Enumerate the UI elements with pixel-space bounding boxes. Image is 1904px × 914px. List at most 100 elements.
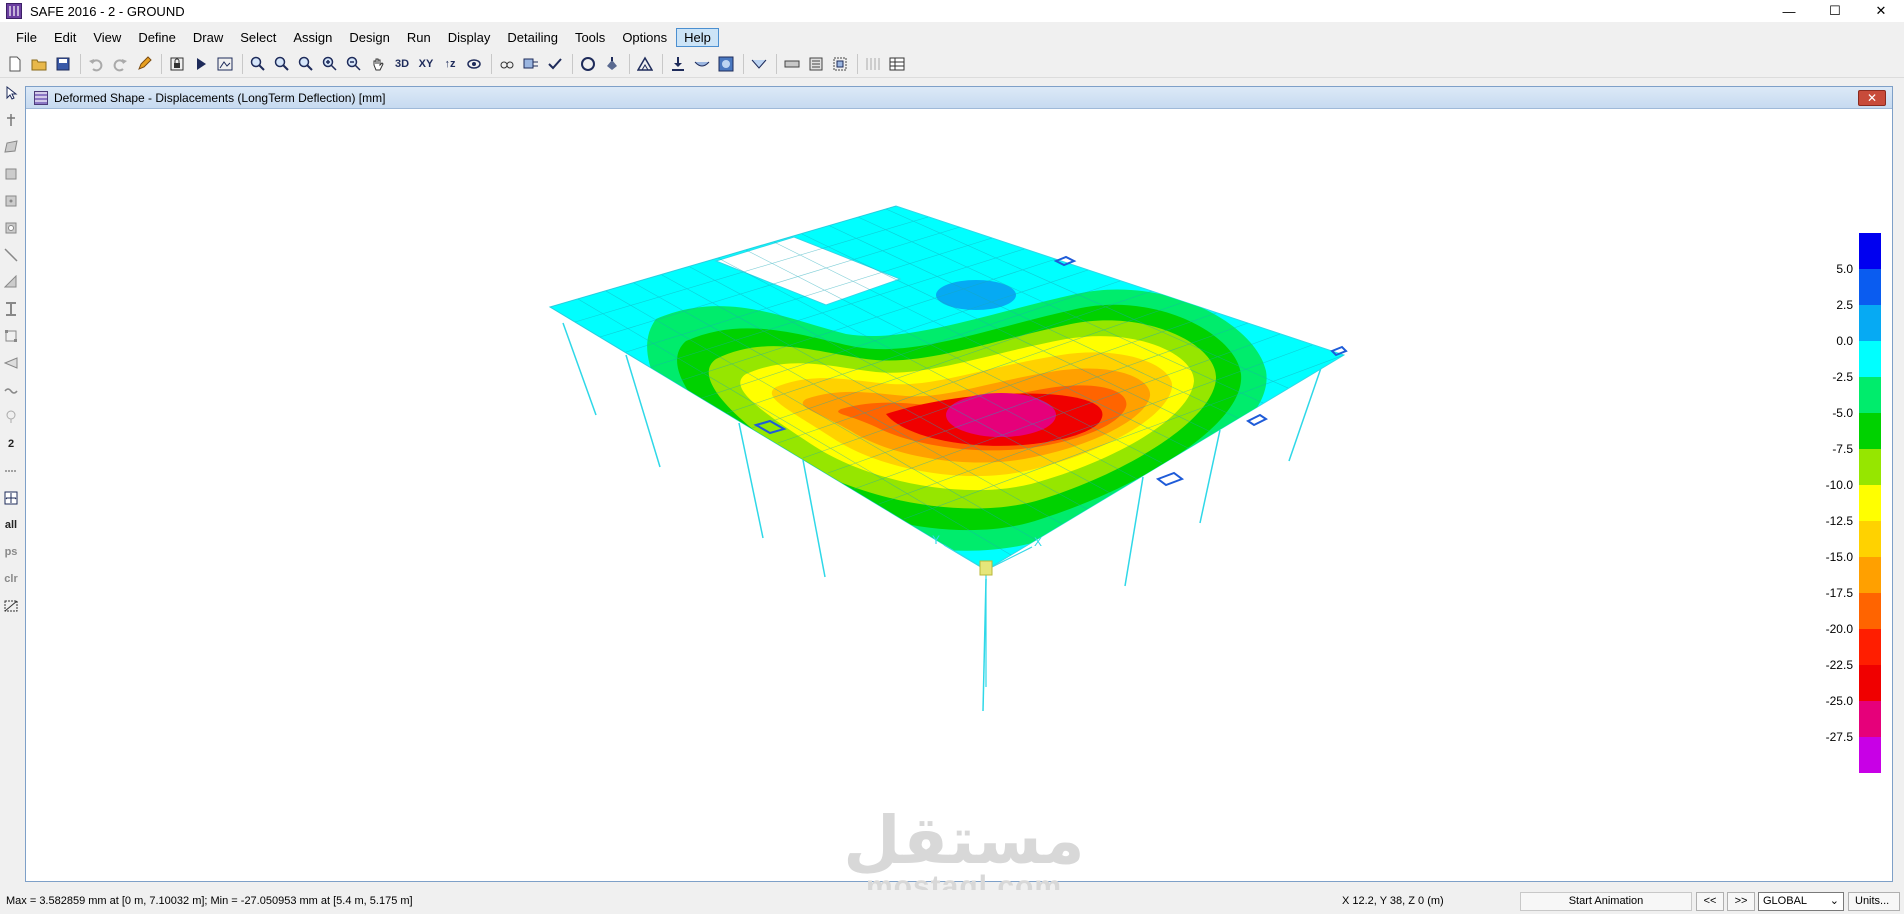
toolbar-separator	[776, 53, 777, 74]
draw-rectangle-icon[interactable]	[2, 165, 20, 183]
status-coordinates: X 12.2, Y 38, Z 0 (m)	[1342, 895, 1444, 907]
maximize-button[interactable]: ☐	[1812, 0, 1858, 22]
legend-swatch	[1859, 557, 1881, 593]
redo-icon[interactable]	[109, 53, 131, 75]
menu-run[interactable]: Run	[399, 28, 439, 47]
menu-view[interactable]: View	[85, 28, 129, 47]
menu-define[interactable]: Define	[130, 28, 184, 47]
menu-edit[interactable]: Edit	[46, 28, 84, 47]
menu-design[interactable]: Design	[341, 28, 397, 47]
pencil-icon[interactable]	[133, 53, 155, 75]
draw-beam-icon[interactable]	[2, 246, 20, 264]
deformed-shape-icon[interactable]	[634, 53, 656, 75]
next-button[interactable]: >>	[1727, 892, 1755, 911]
toolbar-separator	[857, 53, 858, 74]
menu-assign[interactable]: Assign	[285, 28, 340, 47]
units-button[interactable]: Units...	[1848, 892, 1900, 911]
beam-design-icon[interactable]	[781, 53, 803, 75]
menu-help[interactable]: Help	[676, 27, 719, 47]
toolbar-separator	[161, 53, 162, 74]
punching-shear-icon[interactable]	[829, 53, 851, 75]
rotate-view-icon[interactable]	[463, 53, 485, 75]
pan-hand-icon[interactable]	[367, 53, 389, 75]
zoom-out-icon[interactable]	[343, 53, 365, 75]
previous-button[interactable]: <<	[1696, 892, 1724, 911]
draw-wall-icon[interactable]	[2, 273, 20, 291]
safe-app-icon	[6, 3, 22, 19]
undo-icon[interactable]	[85, 53, 107, 75]
save-icon[interactable]	[52, 53, 74, 75]
drop-panel	[1246, 413, 1268, 427]
intersecting-line-select-icon[interactable]	[2, 597, 20, 615]
draw-design-strip-icon[interactable]	[2, 408, 20, 426]
pointer-select-icon[interactable]	[2, 84, 20, 102]
select-all-button[interactable]: all	[2, 516, 20, 534]
window-title: SAFE 2016 - 2 - GROUND	[30, 3, 185, 19]
close-button[interactable]: ✕	[1858, 0, 1904, 22]
legend-label: -15.0	[1825, 550, 1853, 564]
perspective-icon[interactable]	[496, 53, 518, 75]
status-bar: Max = 3.582859 mm at [0 m, 7.10032 m]; M…	[0, 890, 1904, 914]
zoom-in-icon[interactable]	[319, 53, 341, 75]
minimize-button[interactable]: —	[1766, 0, 1812, 22]
legend-label: -7.5	[1832, 442, 1853, 456]
chevron-down-icon: ⌄	[1829, 895, 1839, 907]
toolbar-separator	[662, 53, 663, 74]
draw-strip-icon[interactable]	[2, 354, 20, 372]
legend-swatch	[1859, 521, 1881, 557]
column	[802, 459, 826, 578]
model-window-icon	[34, 90, 48, 105]
draw-grid-icon[interactable]	[2, 462, 20, 480]
dimension-line-button[interactable]: 2	[2, 435, 20, 453]
menu-options[interactable]: Options	[614, 28, 675, 47]
circle-object-icon[interactable]	[577, 53, 599, 75]
view-xy-button[interactable]: XY	[415, 53, 437, 75]
menu-select[interactable]: Select	[232, 28, 284, 47]
tables-icon[interactable]	[886, 53, 908, 75]
zoom-window-icon[interactable]	[247, 53, 269, 75]
zoom-all-icon[interactable]	[295, 53, 317, 75]
snap-options-icon[interactable]	[2, 489, 20, 507]
draw-point-support-icon[interactable]	[2, 327, 20, 345]
contour-display-icon[interactable]	[715, 53, 737, 75]
zoom-restore-icon[interactable]	[271, 53, 293, 75]
menu-tools[interactable]: Tools	[567, 28, 613, 47]
check-model-icon[interactable]	[544, 53, 566, 75]
loads-icon[interactable]	[601, 53, 623, 75]
reactions-icon[interactable]	[667, 53, 689, 75]
open-folder-icon[interactable]	[28, 53, 50, 75]
draw-opening-icon[interactable]	[2, 219, 20, 237]
model-window-close-button[interactable]: ✕	[1858, 90, 1886, 106]
run-analysis-icon[interactable]	[190, 53, 212, 75]
axis-x-label: X	[1034, 535, 1042, 549]
origin-marker	[979, 560, 993, 576]
menu-file[interactable]: File	[8, 28, 45, 47]
coordinate-system-select[interactable]: GLOBAL ⌄	[1758, 892, 1844, 911]
select-previous-button[interactable]: ps	[2, 543, 20, 561]
coordinate-system-value: GLOBAL	[1763, 895, 1808, 907]
model-canvas[interactable]: Y X 5.0 2.5 0.0 -2.5 -5.0 -7.5 -10.0 -12.5 -15.0…	[26, 109, 1892, 902]
set-display-options-icon[interactable]	[520, 53, 542, 75]
view-z-button[interactable]: ↑z	[439, 53, 461, 75]
menu-draw[interactable]: Draw	[185, 28, 231, 47]
legend-label: -22.5	[1825, 658, 1853, 672]
legend-label: -5.0	[1832, 406, 1853, 420]
strip-forces-icon[interactable]	[748, 53, 770, 75]
lock-icon[interactable]	[166, 53, 188, 75]
draw-column-icon[interactable]	[2, 300, 20, 318]
draw-slab-icon[interactable]	[2, 138, 20, 156]
slab-forces-icon[interactable]	[691, 53, 713, 75]
legend-label: -12.5	[1825, 514, 1853, 528]
model-view-icon[interactable]	[214, 53, 236, 75]
quick-draw-area-icon[interactable]	[2, 192, 20, 210]
reshape-icon[interactable]	[2, 111, 20, 129]
new-file-icon[interactable]	[4, 53, 26, 75]
clear-selection-button[interactable]: clr	[2, 570, 20, 588]
view-3d-button[interactable]: 3D	[391, 53, 413, 75]
slab-design-icon[interactable]	[805, 53, 827, 75]
start-animation-button[interactable]: Start Animation	[1520, 892, 1692, 911]
grid-display-icon[interactable]	[862, 53, 884, 75]
draw-tendon-icon[interactable]	[2, 381, 20, 399]
menu-detailing[interactable]: Detailing	[499, 28, 566, 47]
menu-display[interactable]: Display	[440, 28, 499, 47]
